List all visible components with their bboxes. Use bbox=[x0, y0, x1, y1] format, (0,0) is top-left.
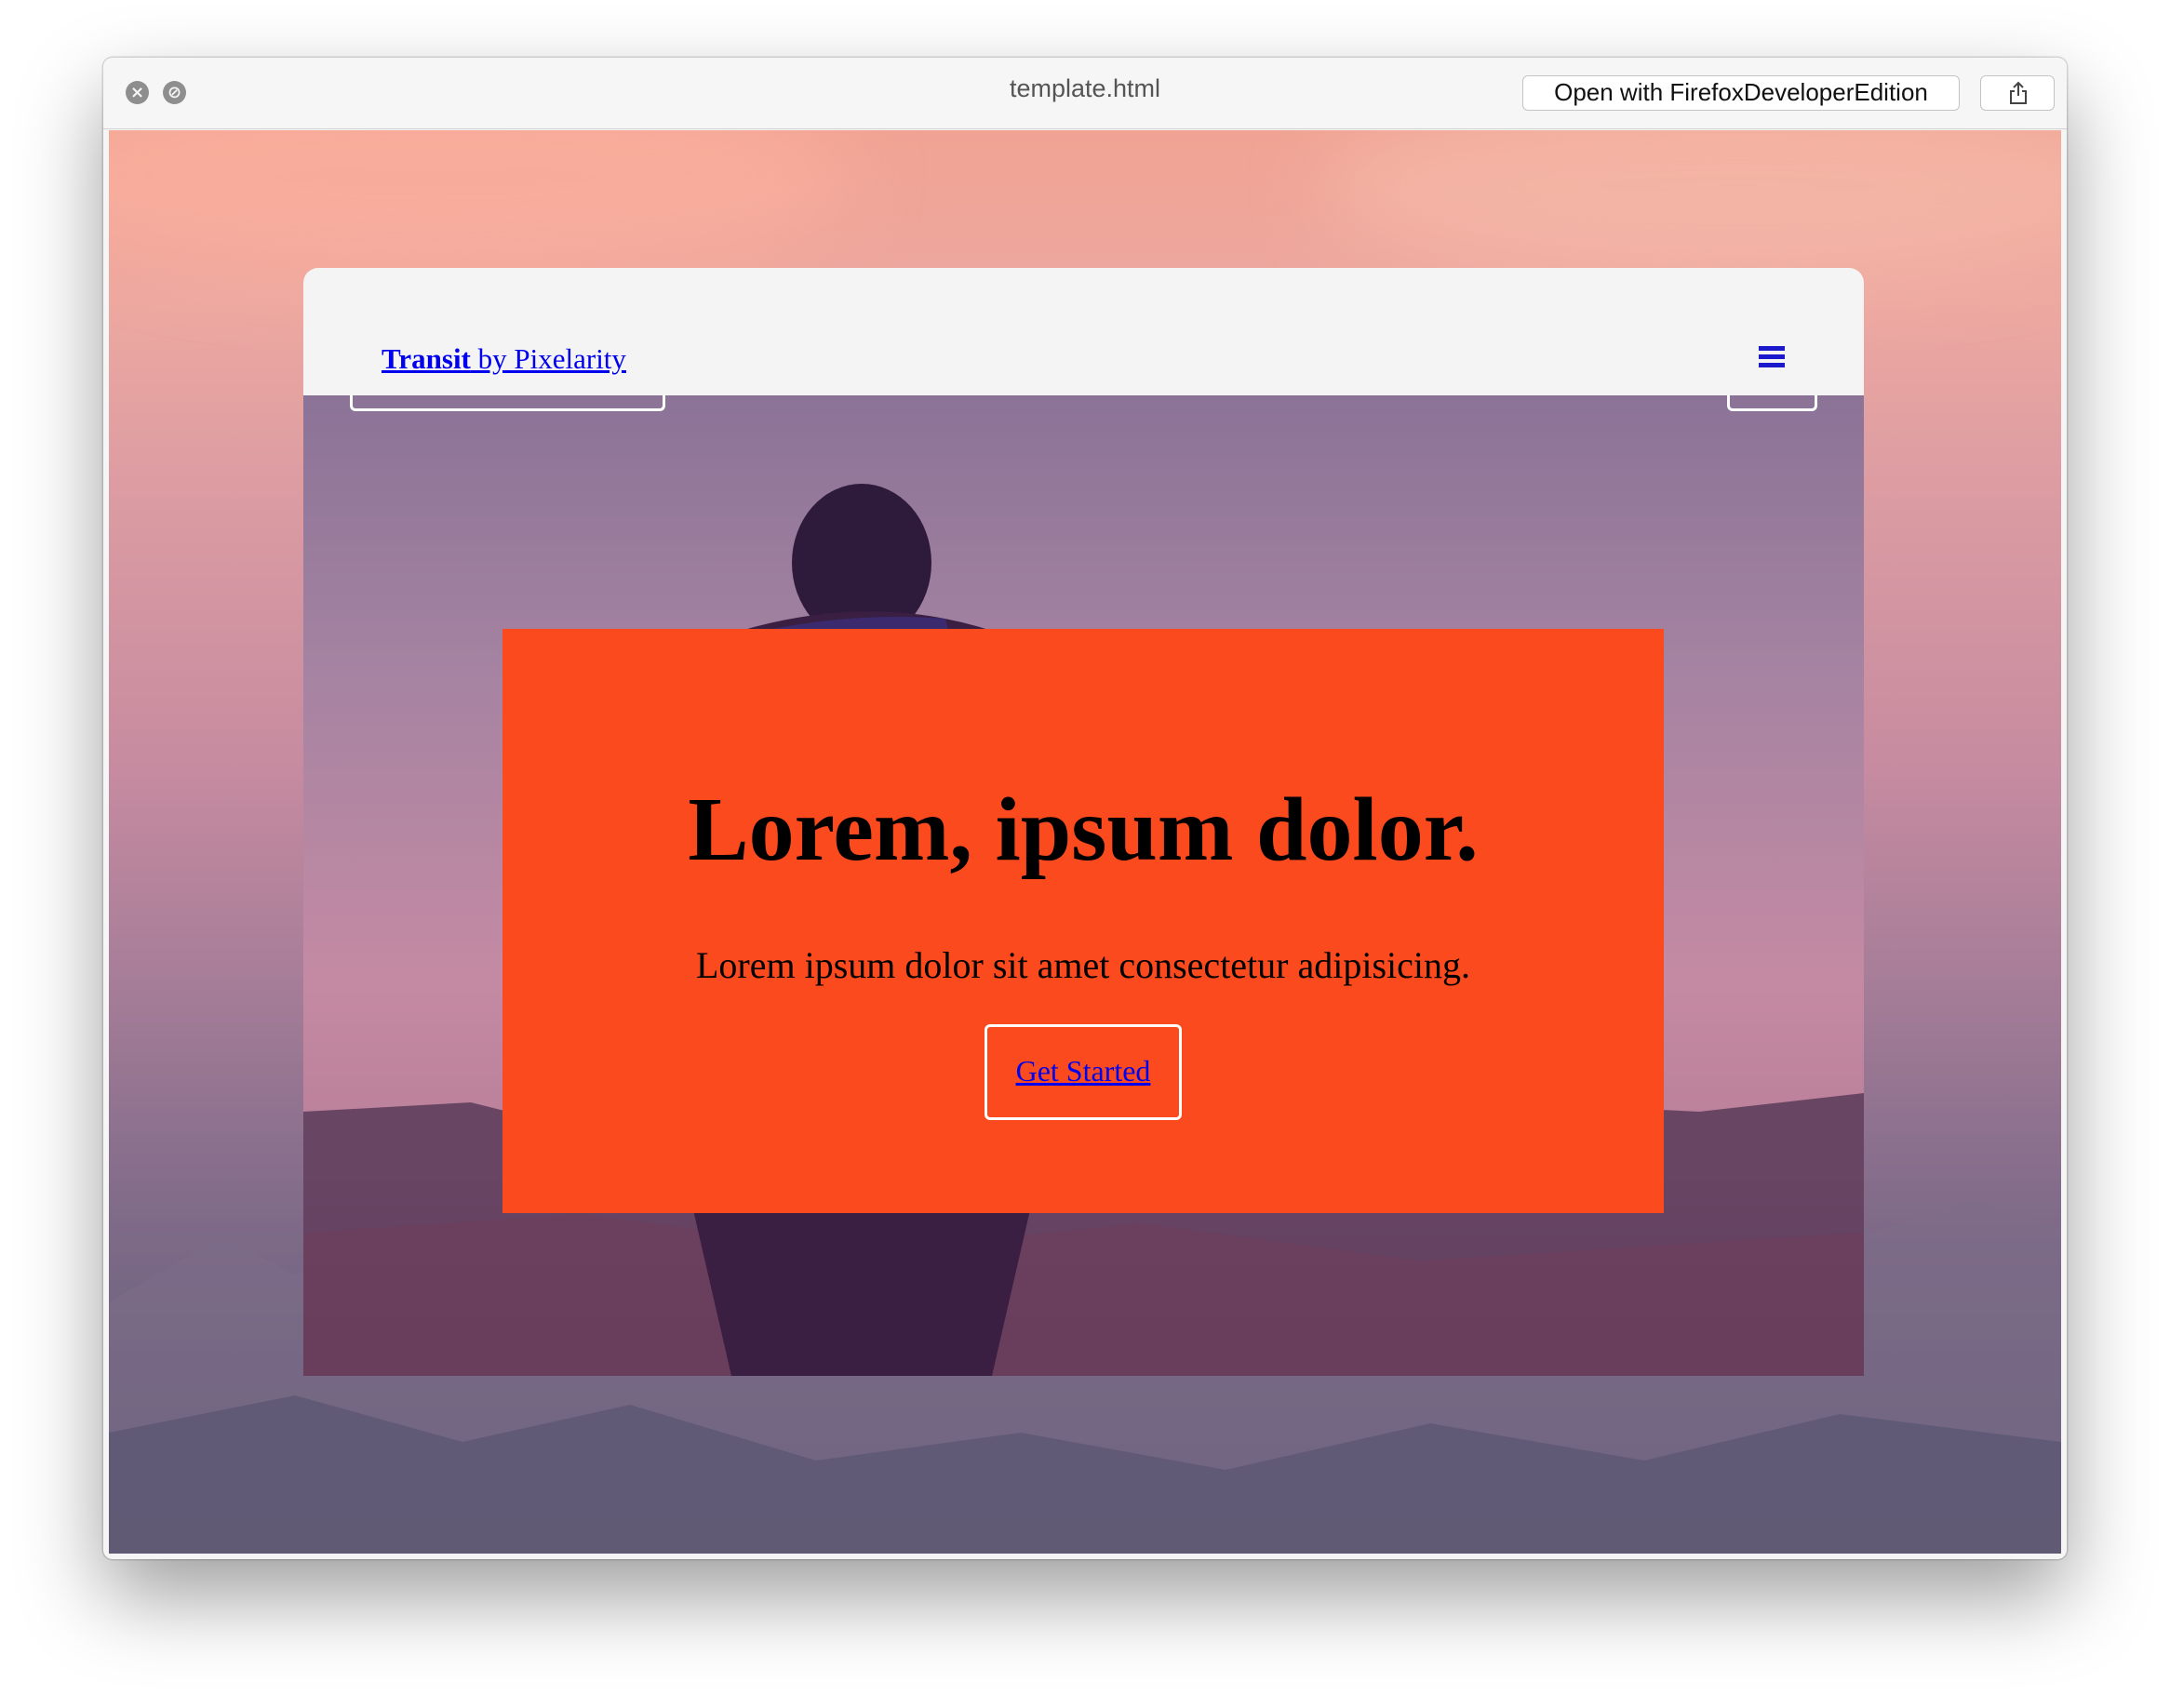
website-frame: Transit by Pixelarity Lorem, ipsum dolor… bbox=[303, 268, 1864, 1376]
brand-outline bbox=[350, 395, 665, 411]
hamburger-icon[interactable] bbox=[1759, 346, 1785, 370]
open-with-button[interactable]: Open with FirefoxDeveloperEdition bbox=[1522, 75, 1960, 111]
background-cloud bbox=[109, 130, 853, 279]
brand-byline: by Pixelarity bbox=[470, 342, 626, 375]
hero-card: Lorem, ipsum dolor. Lorem ipsum dolor si… bbox=[502, 629, 1664, 1213]
browser-window: × ⊘ template.html Open with FirefoxDevel… bbox=[103, 58, 2067, 1559]
brand-name: Transit bbox=[382, 342, 471, 375]
share-icon bbox=[2010, 81, 2027, 104]
hero-section: Lorem, ipsum dolor. Lorem ipsum dolor si… bbox=[303, 395, 1864, 1376]
page-viewport: Transit by Pixelarity Lorem, ipsum dolor… bbox=[109, 130, 2061, 1554]
site-header: Transit by Pixelarity bbox=[303, 268, 1864, 395]
hero-subheading: Lorem ipsum dolor sit amet consectetur a… bbox=[695, 944, 1471, 986]
menu-outline bbox=[1727, 395, 1817, 411]
get-started-button[interactable]: Get Started bbox=[985, 1024, 1182, 1120]
hero-heading: Lorem, ipsum dolor. bbox=[688, 780, 1479, 880]
background-cloud bbox=[1319, 130, 2061, 279]
brand-link[interactable]: Transit by Pixelarity bbox=[382, 342, 626, 376]
title-bar: × ⊘ template.html Open with FirefoxDevel… bbox=[103, 58, 2067, 129]
share-button[interactable] bbox=[1980, 75, 2055, 111]
